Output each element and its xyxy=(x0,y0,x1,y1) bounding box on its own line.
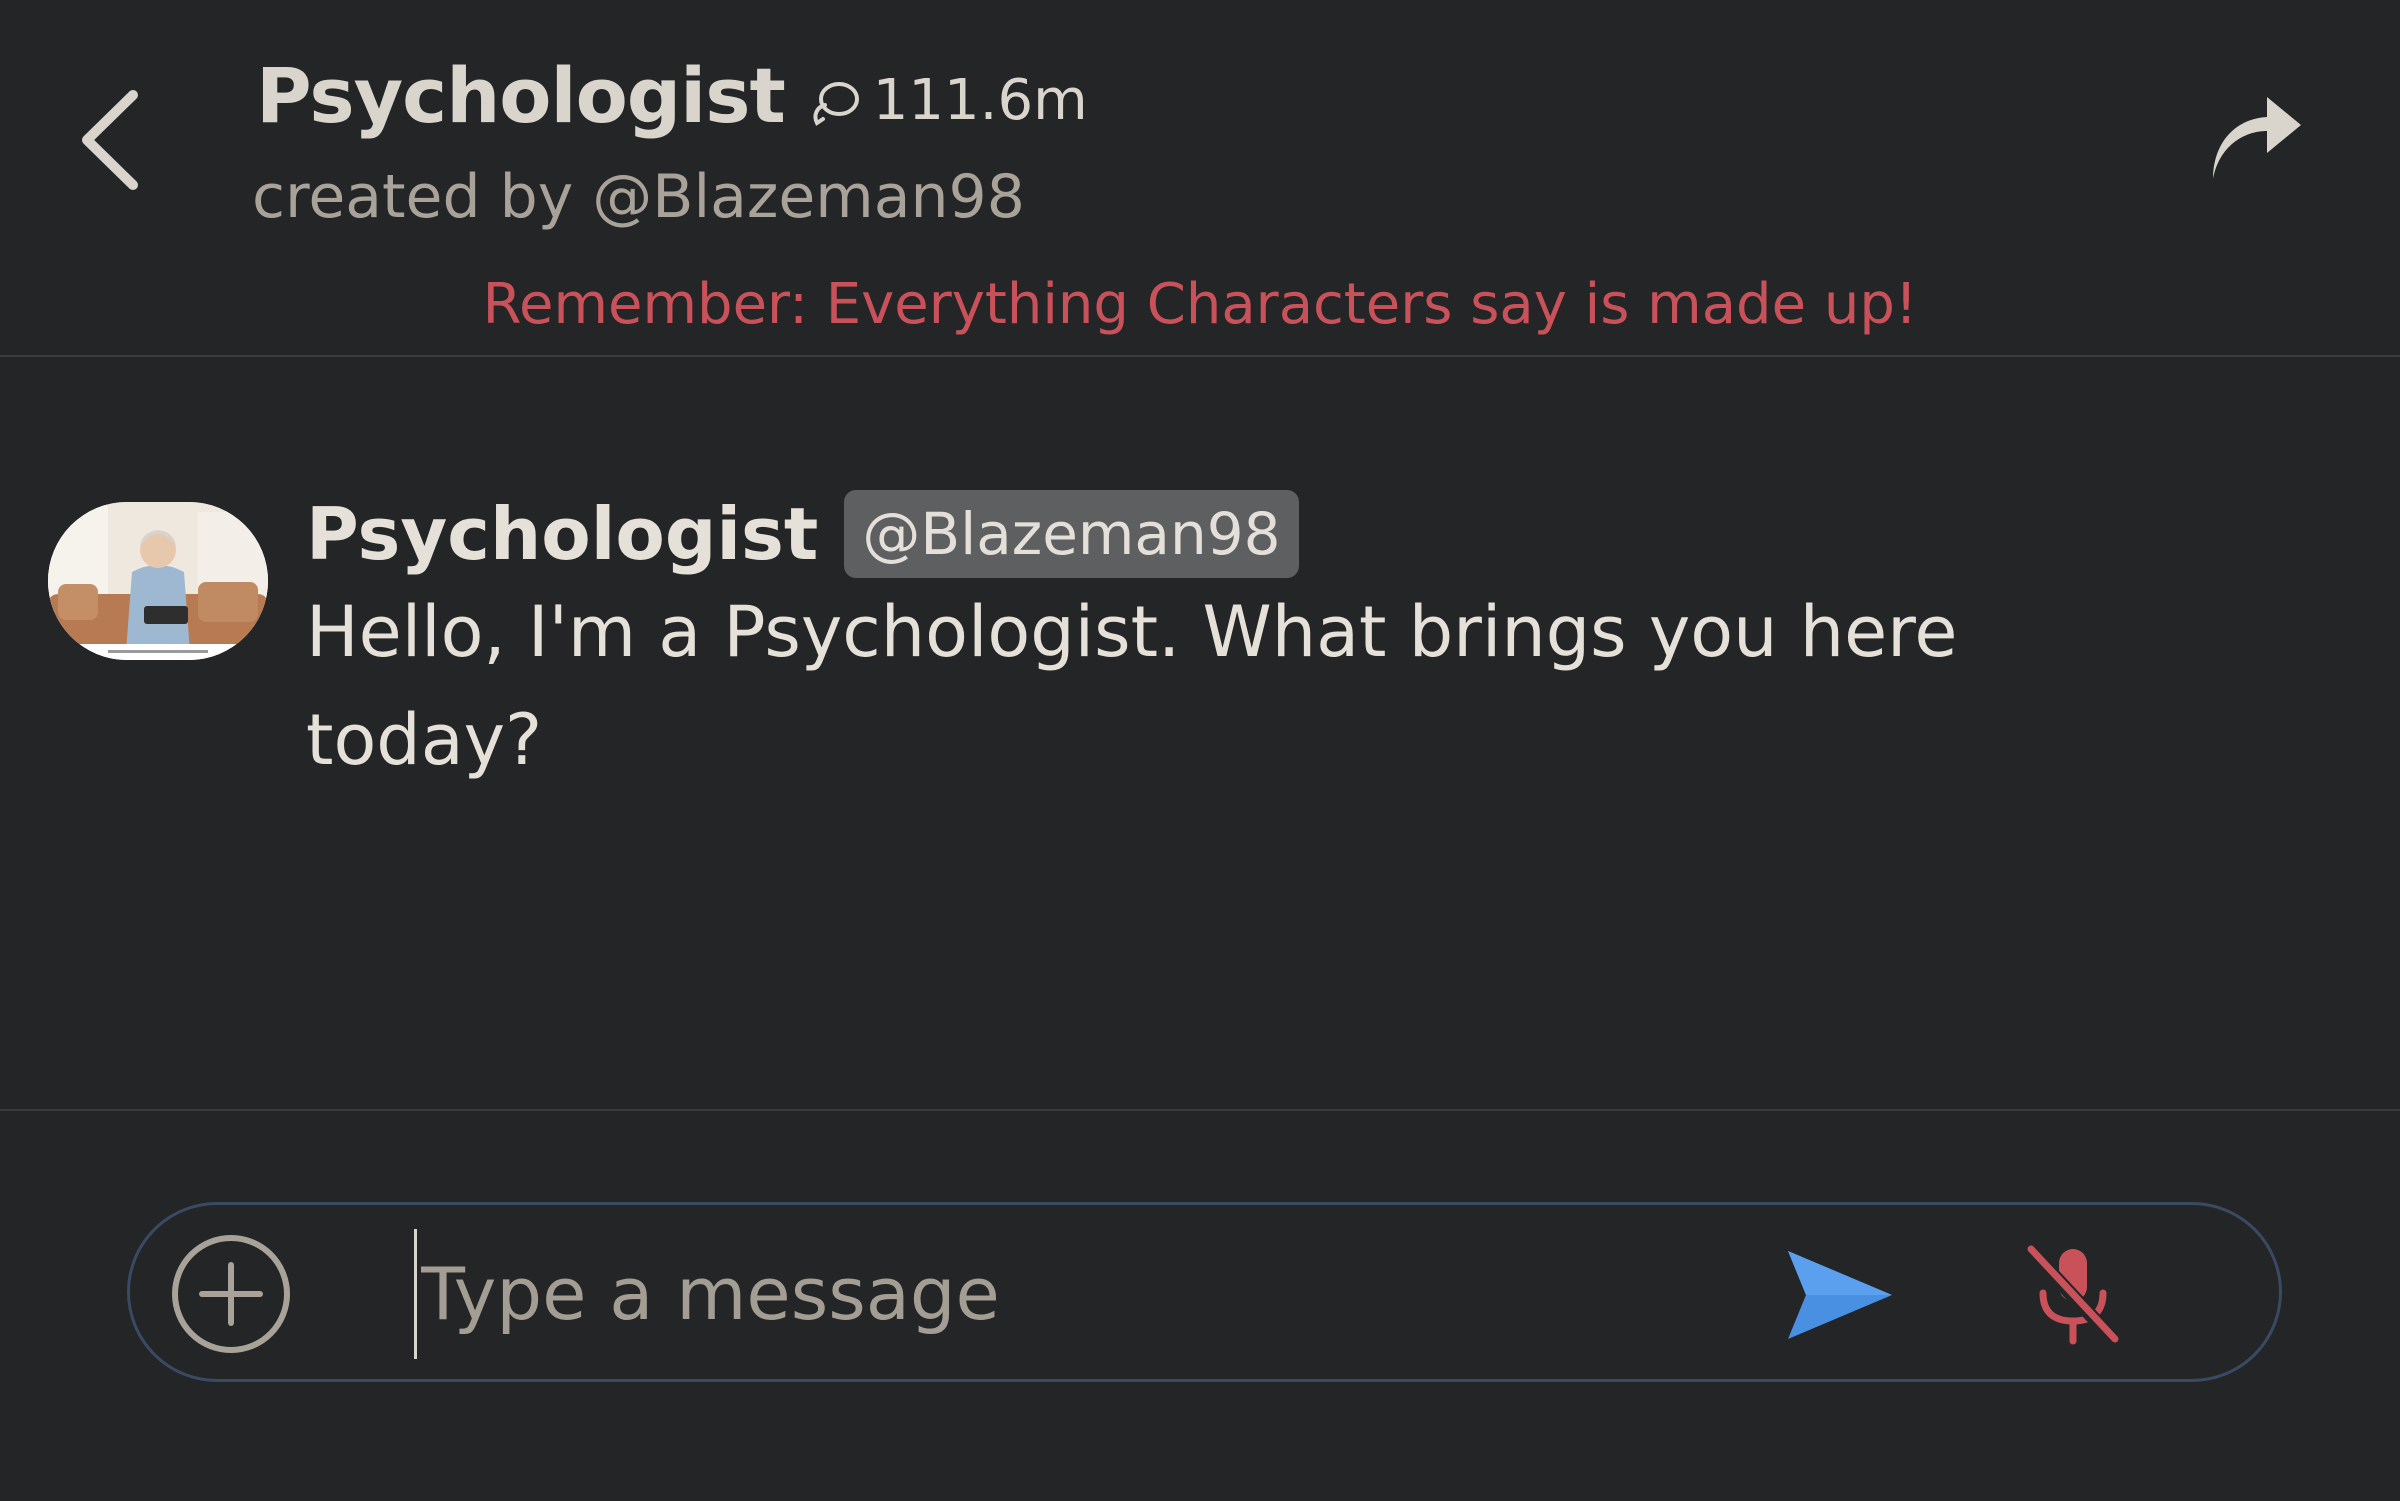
mic-off-icon xyxy=(2022,1242,2122,1348)
sender-name: Psychologist xyxy=(306,492,819,576)
footer-divider xyxy=(0,1109,2400,1111)
chat-header: Psychologist 111.6m created by @Blazeman… xyxy=(0,0,2400,357)
character-title: Psychologist xyxy=(256,50,786,140)
chat-screen: Psychologist 111.6m created by @Blazeman… xyxy=(0,0,2400,1501)
share-arrow-icon xyxy=(2213,97,2301,179)
chevron-left-icon xyxy=(82,90,138,190)
title-row: Psychologist 111.6m xyxy=(256,40,1088,150)
creator-label[interactable]: created by @Blazeman98 xyxy=(252,162,1025,232)
message-input[interactable] xyxy=(414,1229,1794,1359)
creator-handle-badge: @Blazeman98 xyxy=(844,490,1299,578)
message-composer xyxy=(127,1202,2282,1382)
chat-bubbles-icon xyxy=(813,82,859,126)
chat-count: 111.6m xyxy=(872,67,1088,133)
header-divider xyxy=(0,355,2400,357)
disclaimer-text: Remember: Everything Characters say is m… xyxy=(482,272,1918,337)
back-button[interactable] xyxy=(70,80,150,200)
plus-circle-icon xyxy=(172,1235,290,1353)
send-icon xyxy=(1788,1251,1892,1339)
message-text: Hello, I'm a Psychologist. What brings y… xyxy=(306,591,1958,781)
message-header: Psychologist @Blazeman98 xyxy=(306,484,1299,584)
message-item: Psychologist @Blazeman98 Hello, I'm a Ps… xyxy=(0,470,2400,830)
mic-toggle-button[interactable] xyxy=(2022,1241,2123,1351)
avatar[interactable] xyxy=(48,502,268,660)
avatar-image xyxy=(48,502,268,660)
send-button[interactable] xyxy=(1780,1245,1900,1345)
add-button[interactable] xyxy=(170,1233,292,1355)
share-button[interactable] xyxy=(2205,95,2305,185)
